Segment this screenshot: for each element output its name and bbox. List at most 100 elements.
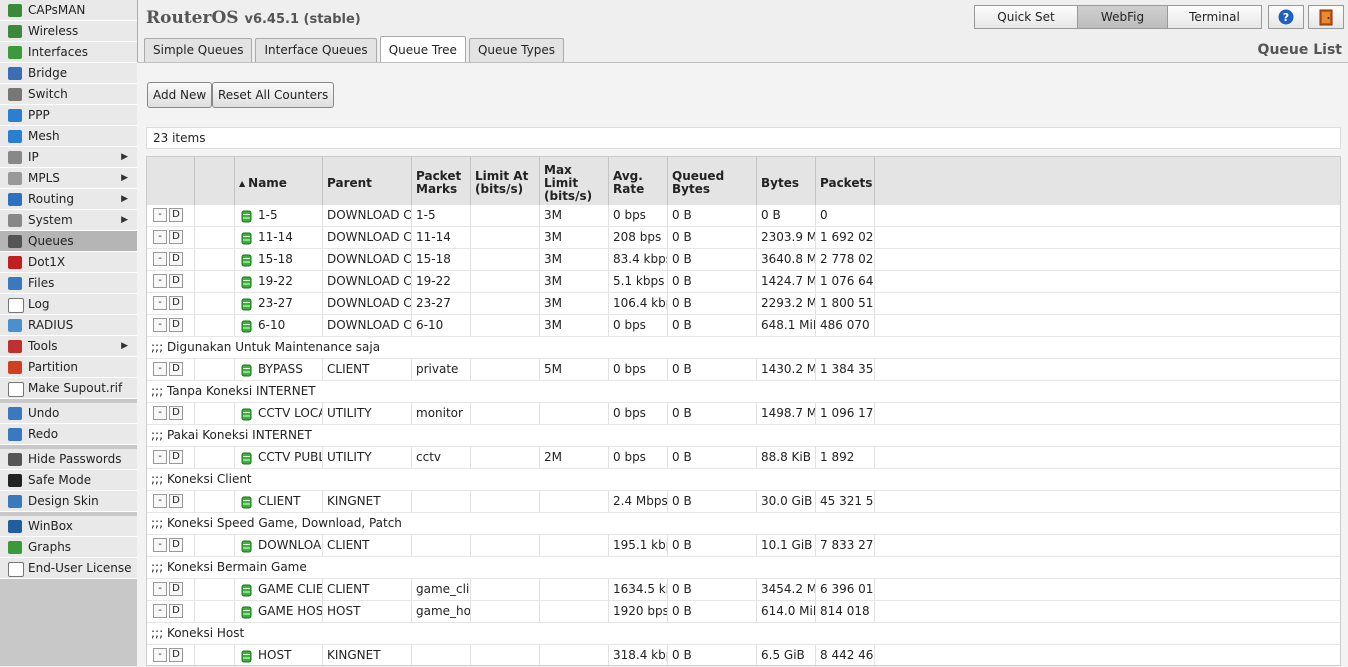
disable-button[interactable]: D (169, 252, 183, 266)
column-header-max-limit[interactable]: Max Limit (bits/s) (540, 157, 609, 205)
sidebar-item-hide-passwords[interactable]: Hide Passwords (0, 449, 137, 470)
sidebar-item-routing[interactable]: Routing ▶ (0, 189, 137, 210)
cell-max-limit (540, 403, 609, 424)
sidebar-item-make-supout-rif[interactable]: Make Supout.rif (0, 378, 137, 399)
sidebar-item-capsman[interactable]: CAPsMAN (0, 0, 137, 21)
table-row[interactable]: - D 11-14 DOWNLOAD CL 11-14 3M 208 bps 0 B 2303.… (147, 227, 1340, 249)
sidebar-item-log[interactable]: Log (0, 294, 137, 315)
cell-avg-rate: 0 bps (609, 359, 668, 380)
reset-all-counters-button[interactable]: Reset All Counters (212, 82, 335, 108)
sidebar-item-wireless[interactable]: Wireless (0, 21, 137, 42)
table-row[interactable]: - D 15-18 DOWNLOAD CL 15-18 3M 83.4 kbps 0 B 364… (147, 249, 1340, 271)
disable-button[interactable]: D (169, 604, 183, 618)
sidebar-item-bridge[interactable]: Bridge (0, 63, 137, 84)
sidebar-item-undo[interactable]: Undo (0, 403, 137, 424)
terminal-button[interactable]: Terminal (1167, 5, 1262, 29)
disable-button[interactable]: D (169, 406, 183, 420)
logout-button[interactable] (1308, 5, 1344, 29)
column-header-label: Max Limit (bits/s) (544, 162, 593, 203)
sidebar-item-redo[interactable]: Redo (0, 424, 137, 445)
cell-value: GAME CLIE (258, 582, 323, 596)
column-header-marks[interactable]: Packet Marks (412, 157, 471, 205)
cell-max-limit (540, 601, 609, 622)
column-header-queued[interactable]: Queued Bytes (668, 157, 757, 205)
disable-button[interactable]: D (169, 450, 183, 464)
disable-button[interactable]: D (169, 362, 183, 376)
table-row[interactable]: -D DOWNLOAD CLIENT 195.1 kbp 0 B 10.1 GiB 7 83… (147, 535, 1340, 557)
disable-button[interactable]: D (169, 208, 183, 222)
sidebar-item-dot1x[interactable]: Dot1X (0, 252, 137, 273)
cell-parent: UTILITY (323, 447, 412, 468)
table-row[interactable]: - D CLIENT KINGNET 2.4 Mbps 0 B 30.0 GiB 45 321… (147, 491, 1340, 513)
disable-button[interactable]: D (169, 230, 183, 244)
table-row[interactable]: -D GAME HOST HOST game_hos 1920 bps 0 B 614.0 … (147, 601, 1340, 623)
remove-button[interactable]: - (153, 208, 167, 222)
tab-queue-types[interactable]: Queue Types (468, 38, 564, 62)
cell-max-limit: 3M (540, 271, 609, 292)
table-row[interactable]: - D GAME CLIE CLIENT game_clie 1634.5 kb 0 B 34… (147, 579, 1340, 601)
remove-button[interactable]: - (153, 406, 167, 420)
column-header-avg-rate[interactable]: Avg. Rate (609, 157, 668, 205)
remove-button[interactable]: - (153, 252, 167, 266)
add-new-button[interactable]: Add New (147, 82, 213, 108)
remove-button[interactable]: - (153, 582, 167, 596)
remove-button[interactable]: - (153, 538, 167, 552)
tab-queue-tree[interactable]: Queue Tree (379, 36, 466, 62)
sidebar-item-winbox[interactable]: WinBox (0, 516, 137, 537)
remove-button[interactable]: - (153, 318, 167, 332)
cell-value: 0 B (672, 582, 692, 596)
sidebar-item-ppp[interactable]: PPP (0, 105, 137, 126)
row-actions: -D (147, 403, 195, 424)
table-row[interactable]: - D BYPASS CLIENT private 5M 0 bps 0 B 1430.2 Mi… (147, 359, 1340, 381)
disable-button[interactable]: D (169, 274, 183, 288)
cell-value: 6 396 016 (820, 582, 875, 596)
sidebar-item-switch[interactable]: Switch (0, 84, 137, 105)
system-icon (8, 214, 22, 227)
sidebar-item-queues[interactable]: Queues (0, 231, 137, 252)
disable-button[interactable]: D (169, 494, 183, 508)
quick-set-button[interactable]: Quick Set (974, 5, 1078, 29)
table-row[interactable]: - D 23-27 DOWNLOAD CL 23-27 3M 106.4 kbp 0 B 229… (147, 293, 1340, 315)
remove-button[interactable]: - (153, 494, 167, 508)
remove-button[interactable]: - (153, 296, 167, 310)
remove-button[interactable]: - (153, 274, 167, 288)
webfig-button[interactable]: WebFig (1077, 5, 1168, 29)
sidebar-item-graphs[interactable]: Graphs (0, 537, 137, 558)
sidebar-item-partition[interactable]: Partition (0, 357, 137, 378)
help-button[interactable]: ? (1268, 5, 1304, 29)
column-header-packets[interactable]: Packets (816, 157, 875, 205)
column-header-bytes[interactable]: Bytes (757, 157, 816, 205)
tab-simple-queues[interactable]: Simple Queues (144, 38, 253, 62)
sidebar-item-design-skin[interactable]: Design Skin (0, 491, 137, 512)
disable-button[interactable]: D (169, 296, 183, 310)
table-row[interactable]: - D 6-10 DOWNLOAD CL 6-10 3M 0 bps 0 B 648.1 MiE… (147, 315, 1340, 337)
column-header-parent[interactable]: Parent (323, 157, 412, 205)
disable-button[interactable]: D (169, 582, 183, 596)
table-row[interactable]: - D HOST KINGNET 318.4 kbp 0 B 6.5 GiB 8 442 46… (147, 645, 1340, 665)
sidebar-item-safe-mode[interactable]: Safe Mode (0, 470, 137, 491)
sidebar-item-end-user-license[interactable]: End-User License (0, 558, 137, 579)
disable-button[interactable]: D (169, 318, 183, 332)
sidebar-item-interfaces[interactable]: Interfaces (0, 42, 137, 63)
sidebar-item-mpls[interactable]: MPLS ▶ (0, 168, 137, 189)
column-header-name[interactable]: ▲ Name (235, 157, 323, 205)
table-row[interactable]: - D CCTV PUBL UTILITY cctv 2M 0 bps 0 B 88.8 KiB… (147, 447, 1340, 469)
table-row[interactable]: - D 1-5 DOWNLOAD CL 1-5 3M 0 bps 0 B 0 B 0 (147, 205, 1340, 227)
remove-button[interactable]: - (153, 648, 167, 662)
column-header-limit-at[interactable]: Limit At (bits/s) (471, 157, 540, 205)
sidebar-item-files[interactable]: Files (0, 273, 137, 294)
remove-button[interactable]: - (153, 450, 167, 464)
sidebar-item-system[interactable]: System ▶ (0, 210, 137, 231)
remove-button[interactable]: - (153, 230, 167, 244)
table-row[interactable]: - D CCTV LOCA UTILITY monitor 0 bps 0 B 1498.7 … (147, 403, 1340, 425)
disable-button[interactable]: D (169, 538, 183, 552)
tab-interface-queues[interactable]: Interface Queues (255, 38, 377, 62)
disable-button[interactable]: D (169, 648, 183, 662)
remove-button[interactable]: - (153, 604, 167, 618)
remove-button[interactable]: - (153, 362, 167, 376)
sidebar-item-tools[interactable]: Tools ▶ (0, 336, 137, 357)
sidebar-item-ip[interactable]: IP ▶ (0, 147, 137, 168)
sidebar-item-radius[interactable]: RADIUS (0, 315, 137, 336)
table-row[interactable]: - D 19-22 DOWNLOAD CL 19-22 3M 5.1 kbps 0 B 1424… (147, 271, 1340, 293)
sidebar-item-mesh[interactable]: Mesh (0, 126, 137, 147)
